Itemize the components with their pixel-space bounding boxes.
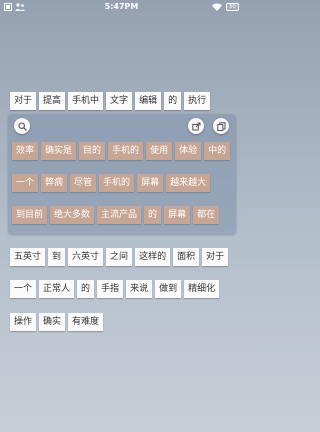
word-chip[interactable]: 提高	[39, 92, 66, 110]
selected-word-chip[interactable]: 尽管	[70, 174, 97, 192]
word-row-top: 对于 提高 手机中 文字 编辑 的 执行	[10, 92, 211, 110]
word-chip[interactable]: 执行	[184, 92, 211, 110]
word-chip[interactable]: 的	[164, 92, 182, 110]
selected-word-chip[interactable]: 绝大多数	[50, 206, 95, 224]
word-row: 操作 确实 有难度	[10, 313, 104, 331]
selected-word-chip[interactable]: 主流产品	[97, 206, 142, 224]
word-chip[interactable]: 之间	[106, 248, 133, 266]
selected-word-chip[interactable]: 越来越大	[166, 174, 211, 192]
search-button[interactable]	[14, 118, 30, 134]
word-chip[interactable]: 确实	[39, 313, 66, 331]
selected-word-chip[interactable]: 都在	[193, 206, 220, 224]
status-time: 5:47PM	[104, 2, 139, 11]
word-chip[interactable]: 手机中	[68, 92, 104, 110]
selected-word-chip[interactable]: 效率	[12, 142, 39, 160]
word-chip[interactable]: 文字	[106, 92, 133, 110]
selected-word-chip[interactable]: 的	[144, 206, 162, 224]
word-chip[interactable]: 到	[48, 248, 66, 266]
selected-word-chip[interactable]: 屏幕	[137, 174, 164, 192]
selected-word-chip[interactable]: 屏幕	[164, 206, 191, 224]
word-chip[interactable]: 编辑	[135, 92, 162, 110]
word-chip[interactable]: 手指	[97, 280, 124, 298]
word-chip[interactable]: 面积	[173, 248, 200, 266]
selected-word-chip[interactable]: 一个	[12, 174, 39, 192]
word-row: 五英寸 到 六英寸 之间 这样的 面积 对于	[10, 248, 229, 266]
panel-word-row: 效率 确实是 目的 手机的 使用 体验 中的	[12, 142, 231, 160]
selected-word-chip[interactable]: 使用	[146, 142, 173, 160]
copy-icon	[216, 121, 225, 131]
word-chip[interactable]: 一个	[10, 280, 37, 298]
word-chip[interactable]: 做到	[155, 280, 182, 298]
selected-word-chip[interactable]: 中的	[204, 142, 231, 160]
battery-icon: 50	[226, 3, 239, 11]
word-chip[interactable]: 对于	[10, 92, 37, 110]
selected-word-chip[interactable]: 手机的	[99, 174, 135, 192]
share-icon	[191, 122, 200, 130]
word-chip[interactable]: 操作	[10, 313, 37, 331]
word-chip[interactable]: 五英寸	[10, 248, 46, 266]
word-chip[interactable]: 对于	[202, 248, 229, 266]
wifi-icon	[212, 3, 222, 11]
word-chip[interactable]: 六英寸	[68, 248, 104, 266]
word-chip[interactable]: 这样的	[135, 248, 171, 266]
panel-word-row: 到目前 绝大多数 主流产品 的 屏幕 都在	[12, 206, 220, 224]
selected-word-chip[interactable]: 确实是	[41, 142, 77, 160]
search-icon	[17, 121, 27, 131]
selected-word-chip[interactable]: 目的	[79, 142, 106, 160]
selected-word-chip[interactable]: 到目前	[12, 206, 48, 224]
word-chip[interactable]: 有难度	[68, 313, 104, 331]
status-bar: 5:47PM 50	[0, 0, 243, 14]
selected-word-chip[interactable]: 体验	[175, 142, 202, 160]
word-chip[interactable]: 来说	[126, 280, 153, 298]
panel-word-row: 一个 弊病 尽管 手机的 屏幕 越来越大	[12, 174, 211, 192]
selected-word-chip[interactable]: 手机的	[108, 142, 144, 160]
word-chip[interactable]: 正常人	[39, 280, 75, 298]
word-chip[interactable]: 的	[77, 280, 95, 298]
copy-button[interactable]	[213, 118, 229, 134]
word-selection-panel: 效率 确实是 目的 手机的 使用 体验 中的 一个 弊病 尽管 手机的 屏幕 越…	[8, 114, 236, 234]
share-button[interactable]	[188, 118, 204, 134]
word-row: 一个 正常人 的 手指 来说 做到 精细化	[10, 280, 220, 298]
word-chip[interactable]: 精细化	[184, 280, 220, 298]
selected-word-chip[interactable]: 弊病	[41, 174, 68, 192]
